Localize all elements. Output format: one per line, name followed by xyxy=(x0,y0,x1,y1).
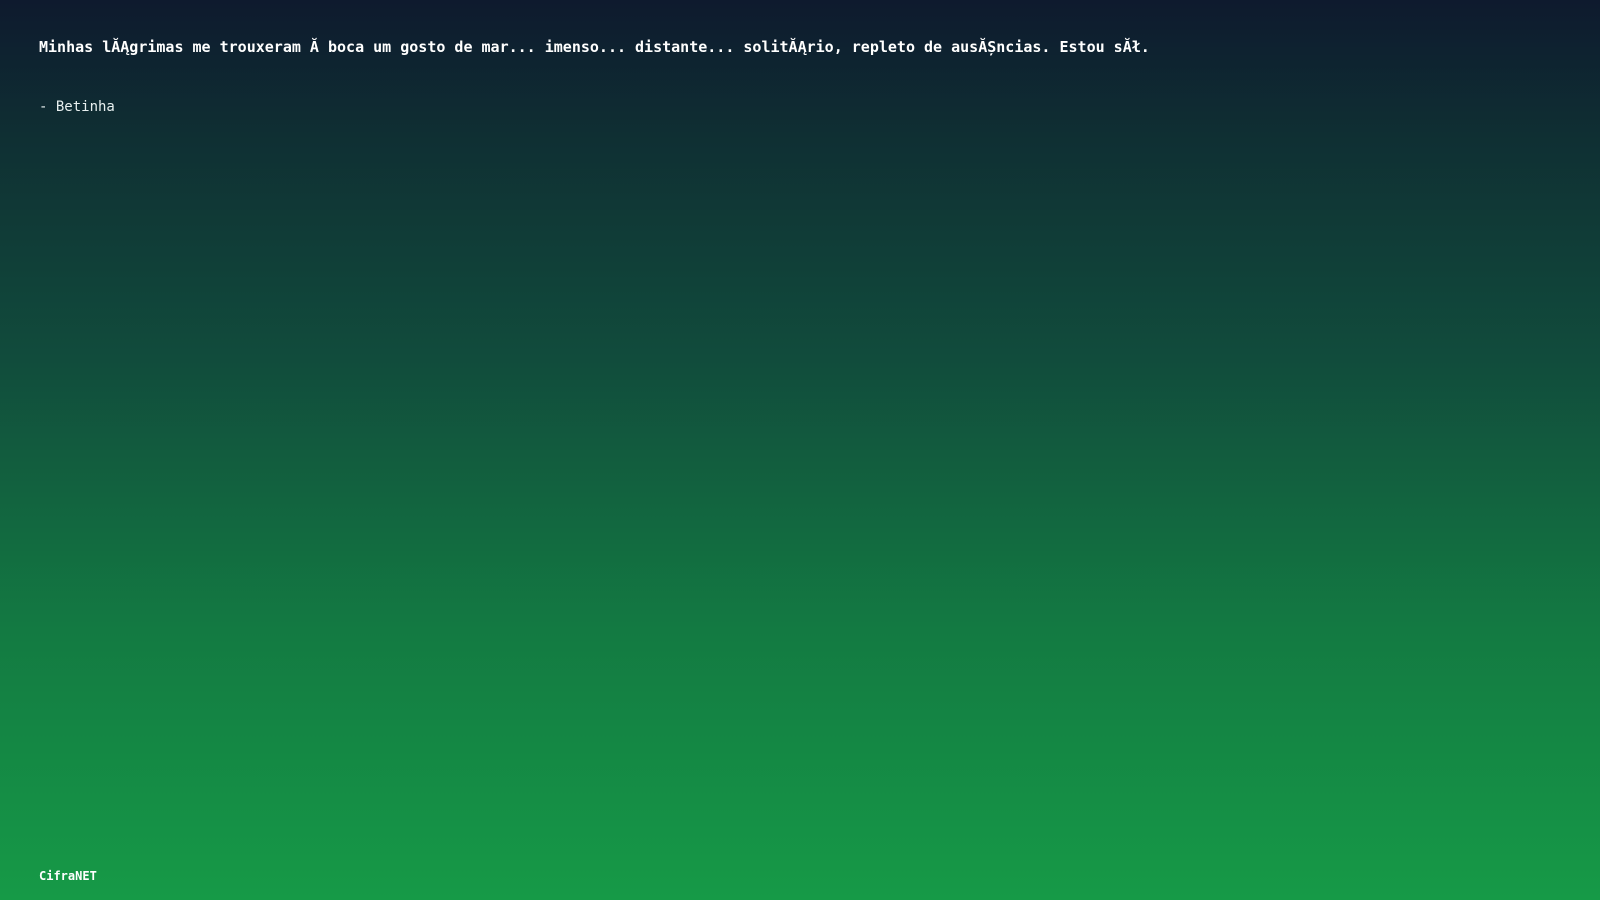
quote-page: Minhas lĂĄgrimas me trouxeram Ă boca um … xyxy=(0,0,1600,900)
quote-text: Minhas lĂĄgrimas me trouxeram Ă boca um … xyxy=(39,38,1150,56)
brand-label: CifraNET xyxy=(39,869,97,883)
quote-author: - Betinha xyxy=(39,99,115,115)
